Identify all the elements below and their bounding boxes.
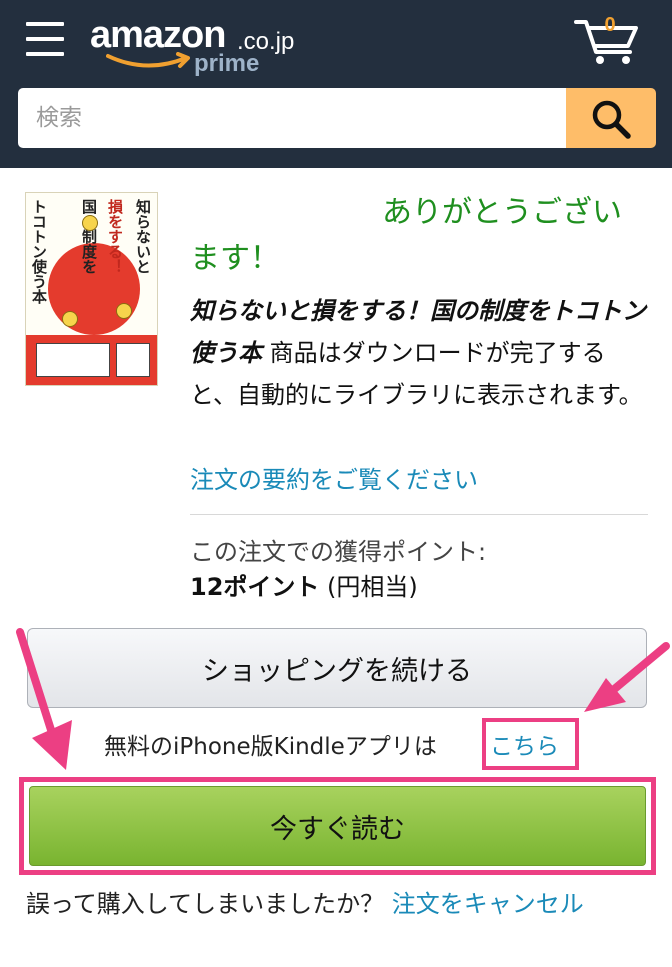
book-cover-image[interactable]: 知らないと 損をする！ 国の制度を トコトン使う本 — [25, 192, 158, 386]
cancel-order-link[interactable]: 注文をキャンセル — [392, 890, 584, 918]
cart-count-badge: 0 — [604, 14, 616, 36]
points-earned: 12ポイント (円相当) — [190, 567, 418, 602]
pink-arrow-icon — [16, 628, 72, 770]
thank-you-message: ありがとうございます！ — [190, 195, 622, 276]
cover-comic-panel — [36, 343, 110, 377]
points-note: (円相当) — [319, 573, 418, 601]
prime-label: prime — [194, 50, 260, 77]
cover-character-illustration — [62, 311, 78, 327]
points-label: この注文での獲得ポイント: — [190, 538, 487, 566]
mistake-text: 誤って購入してしまいましたか？ — [26, 890, 392, 918]
amazon-logo[interactable]: amazon .co.jp prime — [90, 10, 320, 80]
cancel-order-prompt: 誤って購入してしまいましたか？ 注文をキャンセル — [26, 884, 646, 924]
download-description: 知らないと損をする！国の制度をトコトン使う本 商品はダウンロードが完了すると、自… — [190, 290, 650, 416]
search-icon — [592, 100, 631, 139]
order-summary-link[interactable]: 注文の要約をご覧ください — [190, 460, 478, 495]
kindle-app-text: 無料のiPhone版Kindleアプリは — [104, 734, 437, 760]
points-amount: 12ポイント — [190, 573, 320, 601]
cover-title-line-1: 知らないと — [134, 199, 152, 274]
cover-title-line-4: トコトン使う本 — [30, 199, 48, 304]
cover-title-line-3: 国の制度を — [80, 199, 98, 274]
cover-comic-panel — [116, 343, 150, 377]
search-button[interactable] — [566, 88, 656, 148]
search-input[interactable] — [18, 88, 566, 148]
divider — [190, 514, 648, 515]
cover-character-illustration — [116, 303, 132, 319]
continue-shopping-button[interactable]: ショッピングを続ける — [27, 628, 647, 708]
hamburger-menu-icon[interactable] — [26, 22, 64, 56]
kindle-app-link[interactable]: こちら — [490, 727, 559, 761]
cover-character-illustration — [82, 215, 98, 231]
cover-title-line-2: 損をする！ — [106, 199, 124, 274]
pink-arrow-icon — [584, 642, 670, 712]
smile-arrow-icon — [106, 52, 190, 68]
read-now-button[interactable]: 今すぐ読む — [29, 786, 646, 866]
top-header: amazon .co.jp prime 0 — [0, 0, 672, 168]
